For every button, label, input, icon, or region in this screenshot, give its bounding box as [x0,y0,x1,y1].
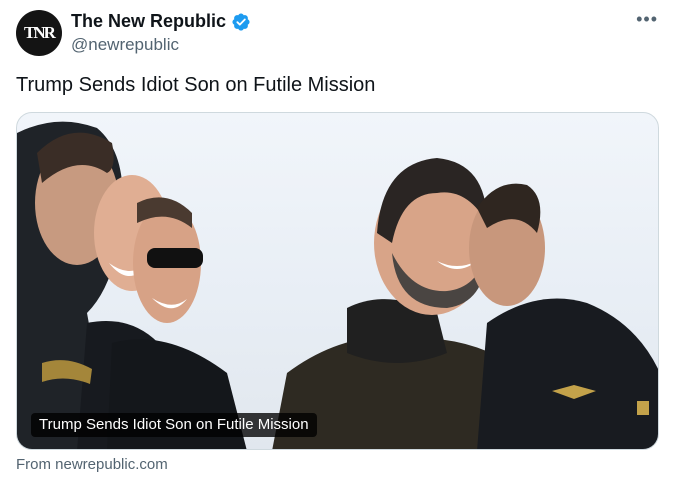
avatar-logo-text: TNR [24,23,56,42]
link-card[interactable]: Trump Sends Idiot Son on Futile Mission [16,112,659,450]
verified-badge-icon [232,12,250,31]
card-image [17,121,658,449]
account-handle[interactable]: @newrepublic [71,35,179,55]
card-title-overlay: Trump Sends Idiot Son on Futile Mission [31,413,317,437]
tweet-text: Trump Sends Idiot Son on Futile Mission [16,74,376,96]
account-name-row: The New Republic [71,11,251,32]
display-name[interactable]: The New Republic [71,11,226,32]
more-options-icon[interactable]: ••• [636,10,658,28]
account-avatar[interactable]: TNR [16,10,62,56]
card-source-domain[interactable]: From newrepublic.com [16,456,168,473]
